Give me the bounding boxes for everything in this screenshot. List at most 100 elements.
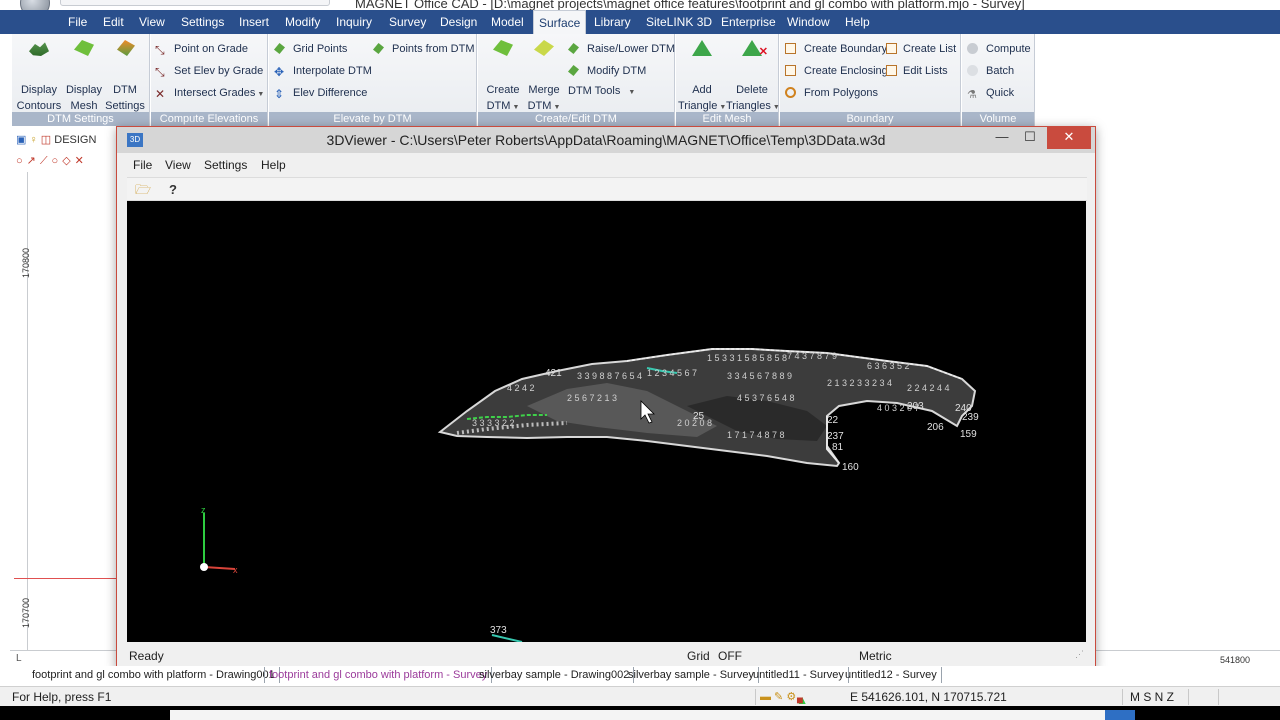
quick-access-toolbar[interactable]: [60, 0, 330, 6]
menu-sitelink-3d[interactable]: SiteLINK 3D: [641, 10, 717, 34]
from-polygons-button[interactable]: From Polygons: [785, 85, 878, 101]
doc-tab[interactable]: footprint and gl combo with platform - D…: [28, 667, 280, 683]
svg-text:4 2 4 2: 4 2 4 2: [507, 383, 535, 393]
delete-triangles-button[interactable]: ✕ Delete Triangles ▼: [726, 38, 780, 116]
app-title: MAGNET Office CAD - [D:\magnet projects\…: [355, 0, 1025, 10]
viewer-title-bar[interactable]: 3D 3DViewer - C:\Users\Peter Roberts\App…: [117, 127, 1095, 153]
group-title-elevate-by-dtm: Elevate by DTM: [269, 112, 476, 126]
set-elev-by-grade-button[interactable]: ⤡ Set Elev by Grade: [155, 63, 263, 79]
create-list-button[interactable]: Create List: [886, 41, 956, 57]
modify-dtm-button[interactable]: Modify DTM: [568, 63, 646, 79]
layer-selector[interactable]: ▣ ♀ ◫ DESIGN: [16, 132, 96, 148]
app-title-bar: MAGNET Office CAD - [D:\magnet projects\…: [0, 0, 1280, 10]
points-from-dtm-button[interactable]: Points from DTM: [373, 41, 475, 57]
minimize-icon[interactable]: —: [987, 127, 1017, 149]
status-bar: For Help, press F1 ▬ ✎ ⚙ ▲ ■ E 541626.10…: [0, 686, 1280, 707]
quick-volume-button[interactable]: ⚗ Quick: [967, 85, 1014, 101]
grid-points-button[interactable]: Grid Points: [274, 41, 347, 57]
svg-text:6 3 6 3 5 2: 6 3 6 3 5 2: [867, 361, 910, 371]
menu-file[interactable]: File: [63, 10, 92, 34]
modify-dtm-label: Modify DTM: [587, 65, 647, 77]
add-triangle-label-2: Triangle: [678, 100, 718, 112]
merge-dtm-button[interactable]: Merge DTM ▼: [524, 38, 564, 116]
menu-model[interactable]: Model: [486, 10, 529, 34]
3d-viewport[interactable]: 3 3 9 8 8 7 6 5 4 1 2 3 4 5 6 7 1 5 3 3 …: [127, 201, 1086, 642]
folder-open-icon[interactable]: 🗁: [133, 181, 153, 199]
interpolate-dtm-button[interactable]: ✥ Interpolate DTM: [274, 63, 372, 79]
viewer-units: Metric: [859, 649, 892, 663]
resize-grip-icon[interactable]: ⋰: [1075, 649, 1084, 660]
doc-tab-active[interactable]: footprint and gl combo with platform - S…: [264, 667, 493, 683]
terrain-point-label: 421: [545, 368, 562, 379]
ribbon-group-elevate-by-dtm: Grid Points Points from DTM ✥ Interpolate…: [269, 34, 477, 126]
viewer-toolbar: 🗁 ?: [127, 177, 1087, 201]
display-contours-label: Display: [20, 84, 58, 96]
compute-volume-button[interactable]: Compute: [967, 41, 1031, 57]
menu-edit[interactable]: Edit: [98, 10, 129, 34]
svg-text:4 5 3 7 6 5 4 8: 4 5 3 7 6 5 4 8: [737, 393, 795, 403]
intersect-grades-button[interactable]: ✕ Intersect Grades ▼: [155, 85, 264, 101]
display-mesh-button[interactable]: Display Mesh: [64, 38, 104, 114]
maximize-icon[interactable]: ☐: [1015, 127, 1045, 149]
edit-lists-icon: [886, 65, 897, 76]
menu-inquiry[interactable]: Inquiry: [331, 10, 377, 34]
menu-surface[interactable]: Surface: [533, 10, 587, 35]
axis-triad: z x: [200, 505, 238, 575]
menu-window[interactable]: Window: [782, 10, 835, 34]
help-icon[interactable]: ?: [163, 181, 183, 199]
viewer-menu-file[interactable]: File: [133, 158, 152, 172]
compute-label: Compute: [986, 43, 1031, 55]
snap-tools-row[interactable]: ○↗⟋○◇✕: [16, 154, 88, 168]
menu-settings[interactable]: Settings: [176, 10, 229, 34]
menu-library[interactable]: Library: [589, 10, 636, 34]
dtm-tools-label: DTM Tools: [568, 85, 621, 97]
menu-insert[interactable]: Insert: [234, 10, 274, 34]
viewer-status-ready: Ready: [129, 649, 164, 663]
point-on-grade-button[interactable]: ⤡ Point on Grade: [155, 41, 248, 57]
ribbon-group-create-edit-dtm: Create DTM ▼ Merge DTM ▼ Raise/Lower DTM M…: [478, 34, 675, 126]
viewer-grid-value: OFF: [718, 649, 742, 663]
add-triangle-button[interactable]: Add Triangle ▼: [678, 38, 726, 116]
doc-tab[interactable]: silverbay sample - Drawing002: [475, 667, 635, 683]
viewer-menu-help[interactable]: Help: [261, 158, 286, 172]
create-boundary-button[interactable]: Create Boundary: [785, 41, 887, 57]
edit-lists-button[interactable]: Edit Lists: [886, 63, 948, 79]
menu-help[interactable]: Help: [840, 10, 875, 34]
raise-lower-dtm-button[interactable]: Raise/Lower DTM: [568, 41, 675, 57]
intersect-grades-icon: ✕: [155, 87, 166, 101]
status-divider: [1122, 689, 1123, 705]
dtm-tools-button[interactable]: DTM Tools ▼: [568, 83, 635, 99]
doc-tab[interactable]: silverbay sample - Survey: [624, 667, 759, 683]
3d-viewer-window[interactable]: 3D 3DViewer - C:\Users\Peter Roberts\App…: [116, 126, 1096, 670]
doc-tab[interactable]: untitled11 - Survey: [749, 667, 849, 683]
svg-text:1 2 3 4 5 6 7: 1 2 3 4 5 6 7: [647, 368, 697, 378]
menu-survey[interactable]: Survey: [384, 10, 431, 34]
points-from-dtm-icon: [373, 43, 384, 54]
elev-difference-button[interactable]: ⇕ Elev Difference: [274, 85, 367, 101]
viewer-status-bar: Ready Grid OFF Metric ⋰: [127, 645, 1087, 667]
chevron-down-icon: ▼: [512, 104, 520, 111]
taskbar-active-item: [1105, 710, 1135, 720]
ruler-label: 541800: [1220, 655, 1251, 665]
create-enclosing-button[interactable]: Create Enclosing: [785, 63, 888, 79]
status-tool-icons[interactable]: ▬ ✎ ⚙ ▲ ■: [760, 690, 808, 707]
menu-view[interactable]: View: [134, 10, 170, 34]
app-menu-orb-icon[interactable]: [20, 0, 50, 10]
display-contours-button[interactable]: Display Contours: [16, 38, 62, 114]
terrain-point-label: 239: [962, 412, 979, 423]
create-dtm-button[interactable]: Create DTM ▼: [482, 38, 524, 116]
ruler-label: 170800: [21, 247, 32, 279]
menu-modify[interactable]: Modify: [280, 10, 325, 34]
terrain-render[interactable]: 3 3 9 8 8 7 6 5 4 1 2 3 4 5 6 7 1 5 3 3 …: [127, 201, 1086, 642]
add-triangle-label: Add: [692, 84, 712, 96]
batch-volume-button[interactable]: Batch: [967, 63, 1014, 79]
dtm-settings-button[interactable]: DTM Settings: [104, 38, 146, 114]
close-icon[interactable]: ✕: [1047, 127, 1091, 149]
doc-tab[interactable]: untitled12 - Survey: [841, 667, 942, 683]
create-list-label: Create List: [903, 43, 957, 55]
menu-design[interactable]: Design: [435, 10, 482, 34]
viewer-menu-settings[interactable]: Settings: [204, 158, 247, 172]
menu-enterprise[interactable]: Enterprise: [716, 10, 781, 34]
viewer-menu-view[interactable]: View: [165, 158, 191, 172]
point-on-grade-label: Point on Grade: [174, 43, 248, 55]
